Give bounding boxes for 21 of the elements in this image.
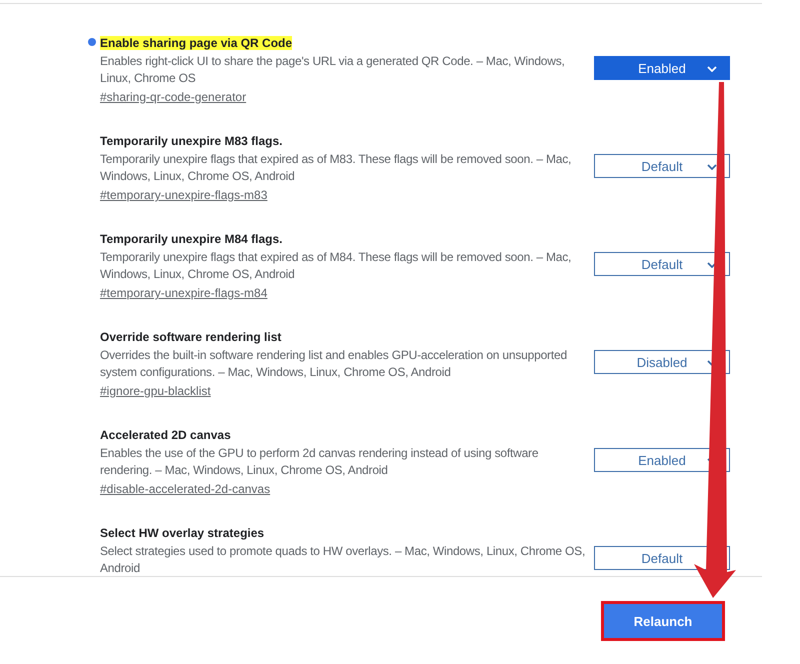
flag-description: Temporarily unexpire flags that expired as of M84. These flags will be removed soon. – Mac, Windows, Linux, Chrome OS, Android bbox=[100, 249, 572, 283]
flag-link[interactable]: #disable-accelerated-2d-canvas bbox=[100, 482, 270, 496]
flag-link[interactable]: #temporary-unexpire-flags-m83 bbox=[100, 188, 268, 202]
flag-title: Temporarily unexpire M83 flags. bbox=[100, 134, 283, 148]
flag-link[interactable]: #ignore-gpu-blacklist bbox=[100, 384, 211, 398]
flag-description: Overrides the built-in software rendering list and enables GPU-acceleration on unsupported system configurations. – Mac, Windows, Linux, Chrome OS, Android bbox=[100, 347, 568, 381]
flag-dropdown[interactable]: Enabled bbox=[594, 56, 730, 80]
flag-dropdown[interactable]: Default bbox=[594, 252, 730, 276]
flag-description: Enables the use of the GPU to perform 2d canvas rendering instead of using software rendering. – Mac, Windows, Linux, Chrome OS, Android bbox=[100, 445, 540, 479]
flag-title: Override software rendering list bbox=[100, 330, 282, 344]
flag-title: Temporarily unexpire M84 flags. bbox=[100, 232, 283, 246]
flag-title: Accelerated 2D canvas bbox=[100, 428, 231, 442]
flag-description: Temporarily unexpire flags that expired as of M83. These flags will be removed soon. – Mac, Windows, Linux, Chrome OS, Android bbox=[100, 151, 572, 185]
flag-link[interactable]: #sharing-qr-code-generator bbox=[100, 90, 246, 104]
flag-link[interactable]: #temporary-unexpire-flags-m84 bbox=[100, 286, 268, 300]
flag-dropdown[interactable]: Default bbox=[594, 154, 730, 178]
flag-title: Select HW overlay strategies bbox=[100, 526, 264, 540]
flag-description: Select strategies used to promote quads to HW overlays. – Mac, Windows, Linux, Chrome OS, Android bbox=[100, 543, 586, 576]
flag-title: Enable sharing page via QR Code bbox=[100, 36, 292, 50]
flag-description: Enables right-click UI to share the page's URL via a generated QR Code. – Mac, Windows, Linux, Chrome OS bbox=[100, 53, 566, 87]
relaunch-button[interactable]: Relaunch bbox=[604, 604, 722, 638]
